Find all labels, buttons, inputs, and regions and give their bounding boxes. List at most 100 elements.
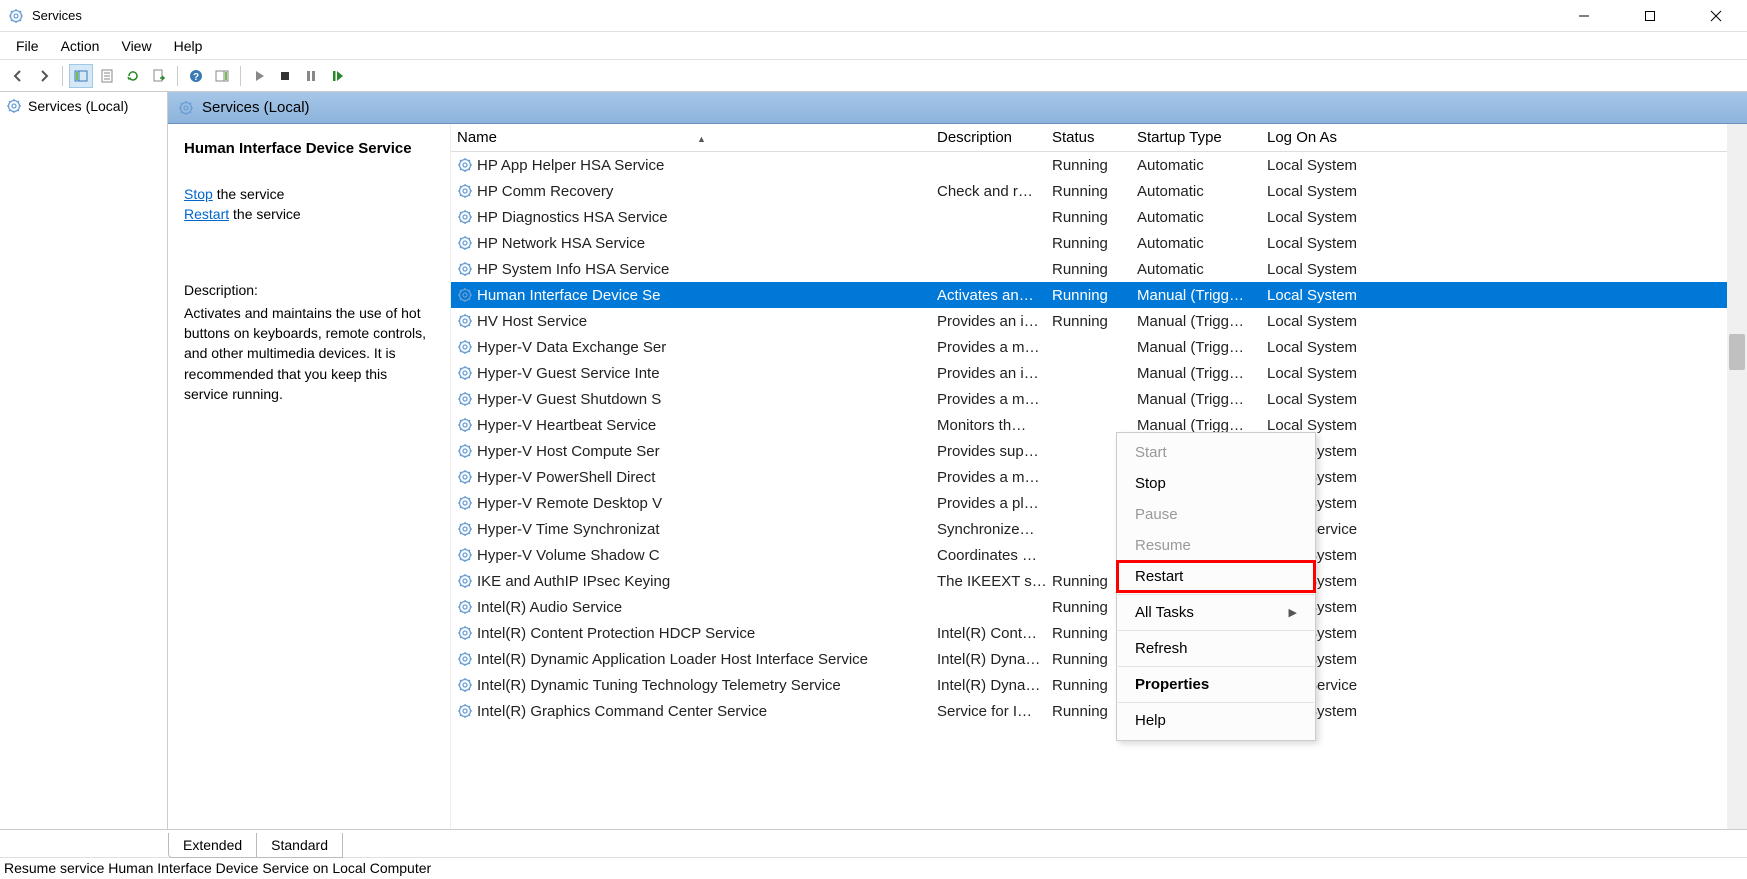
- action-line-restart: Restart the service: [184, 204, 434, 224]
- ctx-resume[interactable]: Resume: [1117, 530, 1315, 561]
- pane-header-label: Services (Local): [202, 99, 310, 116]
- service-startup-cell: Manual (Trigg…: [1131, 391, 1261, 408]
- service-row[interactable]: Intel(R) Graphics Command Center Service…: [451, 698, 1747, 724]
- ctx-stop[interactable]: Stop: [1117, 468, 1315, 499]
- detail-panel: Human Interface Device Service Stop the …: [168, 124, 451, 829]
- service-status-cell: Running: [1046, 235, 1131, 252]
- gear-icon: [457, 287, 473, 303]
- restart-service-button[interactable]: [325, 64, 349, 88]
- ctx-all-tasks[interactable]: All Tasks ▶: [1117, 597, 1315, 628]
- col-header-status[interactable]: Status: [1046, 129, 1131, 146]
- service-logon-cell: Local System: [1261, 235, 1401, 252]
- ctx-properties[interactable]: Properties: [1117, 669, 1315, 700]
- stop-service-button[interactable]: [273, 64, 297, 88]
- service-logon-cell: Local System: [1261, 365, 1401, 382]
- service-desc-cell: Intel(R) Cont…: [931, 625, 1046, 642]
- service-row[interactable]: Hyper-V Volume Shadow CCoordinates …Manu…: [451, 542, 1747, 568]
- ctx-start[interactable]: Start: [1117, 437, 1315, 468]
- service-row[interactable]: Hyper-V Remote Desktop VProvides a pl…Ma…: [451, 490, 1747, 516]
- list-body: HP App Helper HSA ServiceRunningAutomati…: [451, 152, 1747, 724]
- description-label: Description:: [184, 280, 434, 300]
- scrollbar-thumb[interactable]: [1729, 334, 1745, 370]
- export-button[interactable]: [147, 64, 171, 88]
- minimize-button[interactable]: [1561, 0, 1607, 32]
- service-row[interactable]: Hyper-V Heartbeat ServiceMonitors th…Man…: [451, 412, 1747, 438]
- ctx-pause[interactable]: Pause: [1117, 499, 1315, 530]
- service-name-cell: Intel(R) Dynamic Application Loader Host…: [451, 651, 931, 668]
- service-row[interactable]: HP Network HSA ServiceRunningAutomaticLo…: [451, 230, 1747, 256]
- stop-link[interactable]: Stop: [184, 186, 213, 202]
- tab-extended[interactable]: Extended: [168, 833, 257, 858]
- service-logon-cell: Local System: [1261, 313, 1401, 330]
- service-startup-cell: Automatic: [1131, 235, 1261, 252]
- service-desc-cell: Provides a m…: [931, 391, 1046, 408]
- ctx-all-tasks-label: All Tasks: [1135, 604, 1194, 621]
- service-name-text: Hyper-V Time Synchronizat: [477, 521, 660, 538]
- service-startup-cell: Manual (Trigg…: [1131, 287, 1261, 304]
- back-button[interactable]: [6, 64, 30, 88]
- service-name-cell: Human Interface Device Se: [451, 287, 931, 304]
- service-row[interactable]: HP System Info HSA ServiceRunningAutomat…: [451, 256, 1747, 282]
- menu-action[interactable]: Action: [51, 34, 110, 58]
- col-header-description[interactable]: Description: [931, 129, 1046, 146]
- show-hide-action-pane-button[interactable]: [210, 64, 234, 88]
- service-row[interactable]: Hyper-V Host Compute SerProvides sup…Man…: [451, 438, 1747, 464]
- service-row[interactable]: Hyper-V Guest Shutdown S Provides a m… Man…: [451, 386, 1747, 412]
- service-row[interactable]: Hyper-V PowerShell DirectProvides a m…Ma…: [451, 464, 1747, 490]
- service-desc-cell: Activates an…: [931, 287, 1046, 304]
- help-button[interactable]: ?: [184, 64, 208, 88]
- col-header-name[interactable]: Name▲: [451, 129, 931, 146]
- refresh-button[interactable]: [121, 64, 145, 88]
- ctx-refresh[interactable]: Refresh: [1117, 633, 1315, 664]
- service-startup-cell: Automatic: [1131, 209, 1261, 226]
- ctx-help[interactable]: Help: [1117, 705, 1315, 736]
- chevron-right-icon: ▶: [1289, 606, 1297, 619]
- service-status-cell: Running: [1046, 313, 1131, 330]
- service-row[interactable]: Human Interface Device SeActivates an…Ru…: [451, 282, 1747, 308]
- service-name-text: Hyper-V Guest Service Inte: [477, 365, 660, 382]
- service-name-text: HP System Info HSA Service: [477, 261, 669, 278]
- close-button[interactable]: [1693, 0, 1739, 32]
- service-row[interactable]: Intel(R) Audio ServiceRunningAutomaticLo…: [451, 594, 1747, 620]
- gear-icon: [457, 235, 473, 251]
- gear-icon: [457, 521, 473, 537]
- context-menu: Start Stop Pause Resume Restart All Task…: [1116, 432, 1316, 741]
- service-row[interactable]: Intel(R) Dynamic Application Loader Host…: [451, 646, 1747, 672]
- service-row[interactable]: Hyper-V Guest Service InteProvides an i……: [451, 360, 1747, 386]
- properties-button[interactable]: [95, 64, 119, 88]
- service-row[interactable]: HV Host ServiceProvides an i…RunningManu…: [451, 308, 1747, 334]
- service-row[interactable]: HP Comm RecoveryCheck and r…RunningAutom…: [451, 178, 1747, 204]
- maximize-button[interactable]: [1627, 0, 1673, 32]
- restart-link[interactable]: Restart: [184, 206, 229, 222]
- service-name-cell: Hyper-V Remote Desktop V: [451, 495, 931, 512]
- menu-help[interactable]: Help: [164, 34, 213, 58]
- start-service-button[interactable]: [247, 64, 271, 88]
- service-name-cell: HV Host Service: [451, 313, 931, 330]
- gear-icon: [457, 339, 473, 355]
- service-row[interactable]: Intel(R) Content Protection HDCP Service…: [451, 620, 1747, 646]
- service-startup-cell: Manual (Trigg…: [1131, 365, 1261, 382]
- window-controls: [1561, 0, 1739, 32]
- forward-button[interactable]: [32, 64, 56, 88]
- service-row[interactable]: Hyper-V Data Exchange SerProvides a m…Ma…: [451, 334, 1747, 360]
- tree-node-services-local[interactable]: Services (Local): [2, 96, 165, 116]
- service-name-text: HV Host Service: [477, 313, 587, 330]
- service-row[interactable]: HP App Helper HSA ServiceRunningAutomati…: [451, 152, 1747, 178]
- ctx-restart[interactable]: Restart: [1117, 561, 1315, 592]
- service-row[interactable]: HP Diagnostics HSA ServiceRunningAutomat…: [451, 204, 1747, 230]
- service-row[interactable]: Hyper-V Time SynchronizatSynchronize…Man…: [451, 516, 1747, 542]
- col-header-logon[interactable]: Log On As: [1261, 129, 1401, 146]
- menu-view[interactable]: View: [111, 34, 161, 58]
- service-row[interactable]: Intel(R) Dynamic Tuning Technology Telem…: [451, 672, 1747, 698]
- pause-service-button[interactable]: [299, 64, 323, 88]
- col-header-startup[interactable]: Startup Type: [1131, 129, 1261, 146]
- menubar: File Action View Help: [0, 32, 1747, 60]
- tab-standard[interactable]: Standard: [257, 833, 343, 858]
- service-row[interactable]: IKE and AuthIP IPsec KeyingThe IKEEXT s……: [451, 568, 1747, 594]
- vertical-scrollbar[interactable]: [1727, 124, 1747, 829]
- main-area: Services (Local) Services (Local) Human …: [0, 92, 1747, 829]
- service-name-text: Hyper-V PowerShell Direct: [477, 469, 655, 486]
- menu-file[interactable]: File: [6, 34, 49, 58]
- show-hide-tree-button[interactable]: [69, 64, 93, 88]
- service-name-text: Hyper-V Guest Shutdown S: [477, 391, 661, 408]
